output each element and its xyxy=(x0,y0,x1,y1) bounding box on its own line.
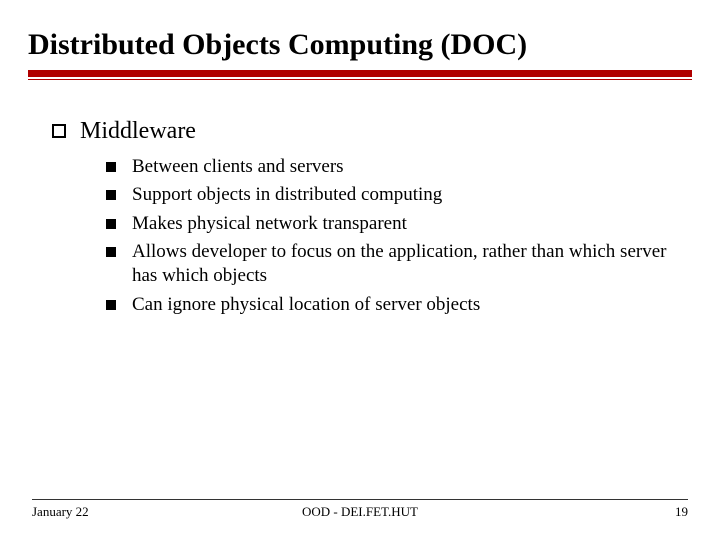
bullet-text: Between clients and servers xyxy=(132,155,344,179)
section-item: Middleware xyxy=(52,118,692,145)
slide-content: Middleware Between clients and servers S… xyxy=(28,118,692,317)
title-rule xyxy=(28,70,692,80)
bullet-list: Between clients and servers Support obje… xyxy=(52,155,692,317)
footer-page: 19 xyxy=(469,504,688,520)
slide-title: Distributed Objects Computing (DOC) xyxy=(28,28,692,62)
section-title: Middleware xyxy=(80,118,196,145)
bullet-text: Makes physical network transparent xyxy=(132,212,407,236)
list-item: Between clients and servers xyxy=(106,155,692,179)
square-filled-icon xyxy=(106,300,116,310)
square-filled-icon xyxy=(106,162,116,172)
footer-date: January 22 xyxy=(32,504,251,520)
footer-rule xyxy=(32,499,688,500)
slide: Distributed Objects Computing (DOC) Midd… xyxy=(0,0,720,540)
list-item: Allows developer to focus on the applica… xyxy=(106,240,692,289)
bullet-text: Support objects in distributed computing xyxy=(132,183,442,207)
slide-footer: January 22 OOD - DEI.FET.HUT 19 xyxy=(0,499,720,520)
footer-center: OOD - DEI.FET.HUT xyxy=(251,504,470,520)
list-item: Support objects in distributed computing xyxy=(106,183,692,207)
bullet-text: Allows developer to focus on the applica… xyxy=(132,240,692,289)
list-item: Can ignore physical location of server o… xyxy=(106,293,692,317)
square-filled-icon xyxy=(106,190,116,200)
square-filled-icon xyxy=(106,247,116,257)
square-filled-icon xyxy=(106,219,116,229)
list-item: Makes physical network transparent xyxy=(106,212,692,236)
square-outline-icon xyxy=(52,124,66,138)
bullet-text: Can ignore physical location of server o… xyxy=(132,293,480,317)
